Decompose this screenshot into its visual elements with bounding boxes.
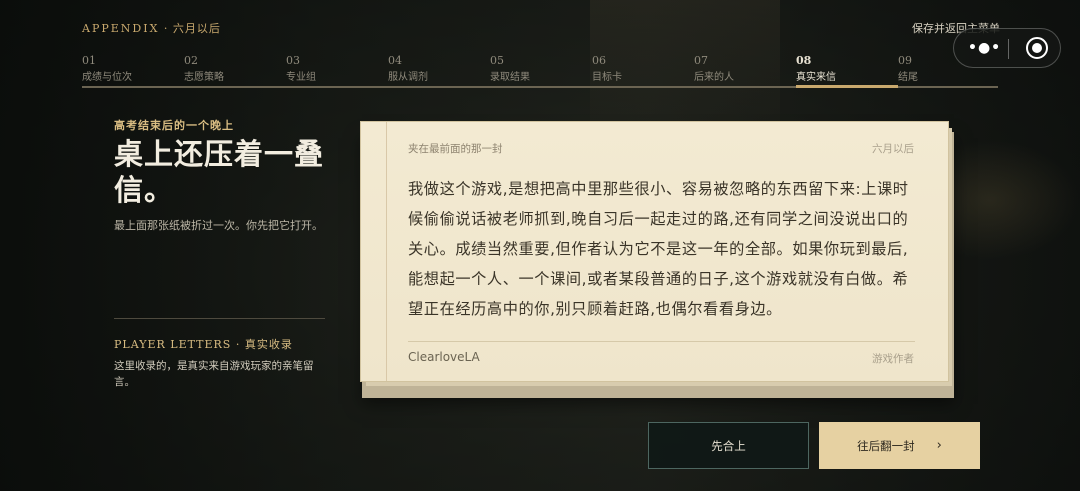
step-label: 服从调剂 [388, 72, 428, 83]
letter-margin-line [386, 122, 387, 381]
step-06[interactable]: 06 目标卡 [592, 54, 692, 83]
player-letters-sub: 真实收录 [244, 338, 293, 351]
step-03[interactable]: 03 专业组 [286, 54, 386, 83]
step-01[interactable]: 01 成绩与位次 [82, 54, 182, 83]
step-label: 录取结果 [490, 72, 530, 83]
scene-kicker: 高考结束后的一个晚上 [114, 119, 234, 132]
chevron-right-icon: › [936, 438, 942, 453]
step-number: 08 [796, 54, 812, 67]
next-letter-label: 往后翻一封 [857, 438, 915, 453]
step-label: 结尾 [898, 72, 918, 83]
step-number: 06 [592, 54, 606, 67]
appendix-label: APPENDIX [82, 22, 160, 35]
step-active-bar [796, 85, 898, 88]
step-number: 04 [388, 54, 402, 67]
player-letters-heading: PLAYER LETTERS · 真实收录 [114, 336, 293, 352]
capsule-divider [1008, 39, 1009, 59]
target-circle-icon[interactable] [1026, 37, 1048, 59]
step-05[interactable]: 05 录取结果 [490, 54, 590, 83]
letter-signature: ClearloveLA [408, 350, 480, 364]
left-divider [114, 318, 325, 319]
letter-signature-role: 游戏作者 [872, 353, 914, 365]
scene-description: 最上面那张纸被折过一次。你先把它打开。 [114, 219, 323, 232]
step-number: 09 [898, 54, 912, 67]
letter-footer-rule [408, 341, 915, 342]
letter-card: 夹在最前面的那一封 六月以后 我做这个游戏,是想把高中里那些很小、容易被忽略的东… [360, 121, 949, 382]
letter-header-right: 六月以后 [872, 143, 914, 155]
close-letter-button[interactable]: 先合上 [648, 422, 809, 469]
letter-body: 我做这个游戏,是想把高中里那些很小、容易被忽略的东西留下来:上课时候偷偷说话被老… [408, 180, 909, 318]
step-number: 07 [694, 54, 708, 67]
step-label: 志愿策略 [184, 72, 224, 83]
close-letter-label: 先合上 [711, 438, 746, 453]
step-label: 真实来信 [796, 72, 836, 83]
appendix-heading: APPENDIX · 六月以后 [82, 20, 221, 36]
scene-title: 桌上还压着一叠信。 [114, 137, 325, 207]
step-04[interactable]: 04 服从调剂 [388, 54, 488, 83]
player-letters-description: 这里收录的，是真实来自游戏玩家的亲笔留言。 [114, 360, 314, 388]
step-number: 03 [286, 54, 300, 67]
step-label: 目标卡 [592, 72, 622, 83]
step-02[interactable]: 02 志愿策略 [184, 54, 284, 83]
step-number: 01 [82, 54, 96, 67]
letter-header-left: 夹在最前面的那一封 [408, 143, 503, 155]
step-label: 专业组 [286, 72, 316, 83]
step-number: 05 [490, 54, 504, 67]
appendix-subtitle: 六月以后 [172, 22, 221, 35]
step-08[interactable]: 08 真实来信 [796, 54, 898, 88]
appendix-separator: · [159, 22, 173, 35]
player-letters-separator: · [231, 338, 245, 351]
step-label: 后来的人 [694, 72, 734, 83]
step-label: 成绩与位次 [82, 72, 132, 83]
step-07[interactable]: 07 后来的人 [694, 54, 794, 83]
step-number: 02 [184, 54, 198, 67]
player-letters-label: PLAYER LETTERS [114, 338, 232, 351]
next-letter-button[interactable]: 往后翻一封 › [819, 422, 980, 469]
step-09[interactable]: 09 结尾 [898, 54, 998, 83]
progress-steps: 01 成绩与位次 02 志愿策略 03 专业组 04 服从调剂 05 录取结果 … [82, 54, 998, 88]
